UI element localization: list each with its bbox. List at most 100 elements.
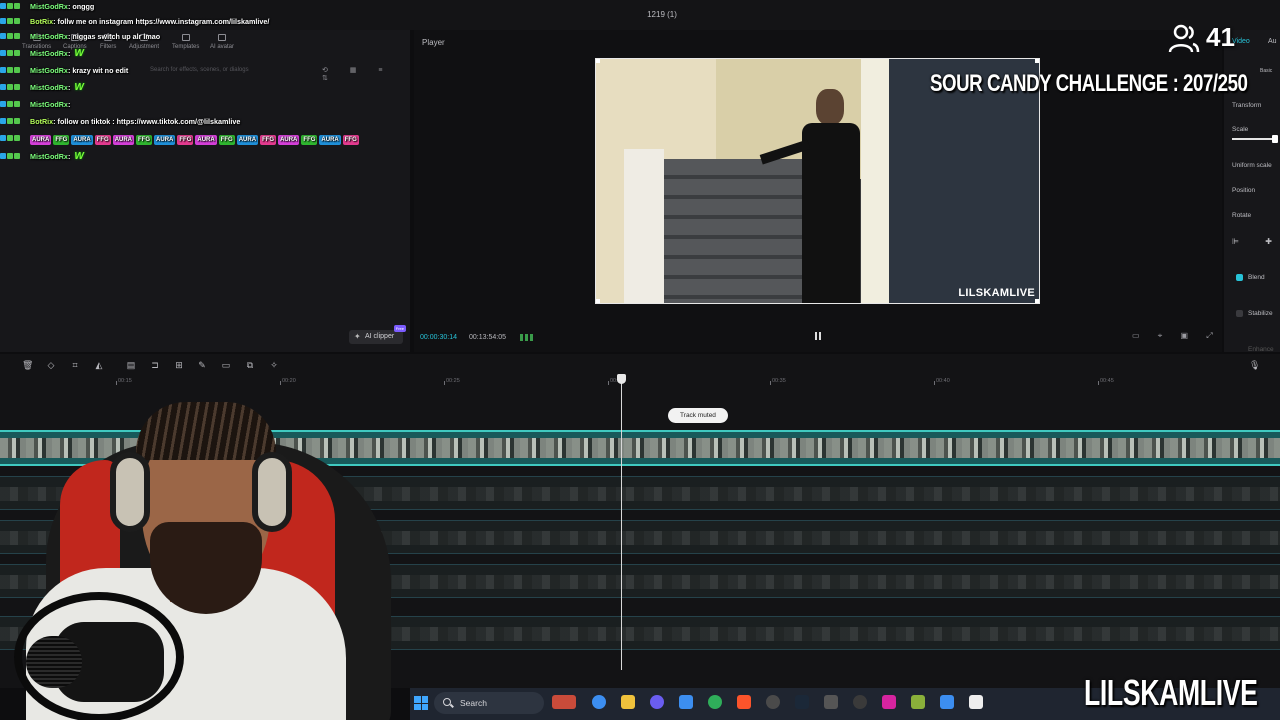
player-title: Player	[422, 38, 445, 47]
microphone-icon[interactable]: 🎙	[1249, 360, 1260, 370]
copilot-icon[interactable]	[592, 695, 606, 709]
brave-icon[interactable]	[737, 695, 751, 709]
ai-clipper-label: AI clipper	[365, 333, 395, 340]
chat-message: MistGodRx: W	[0, 82, 400, 96]
chat-emote: W	[74, 82, 84, 93]
freeze-icon[interactable]: ▤	[126, 360, 136, 370]
widgets-icon[interactable]	[552, 695, 576, 709]
caption-icon[interactable]: ▭	[221, 360, 231, 370]
chat-message: MistGodRx: W	[0, 48, 400, 62]
basic-tab[interactable]: Basic	[1260, 68, 1272, 74]
chat-emote: W	[74, 151, 84, 162]
ruler-tick: 00:45	[1098, 378, 1114, 385]
delete-icon[interactable]: 🗑	[22, 360, 33, 370]
chat-emote: AURA	[30, 135, 52, 145]
chat-text: :	[67, 83, 71, 92]
chat-emote: W	[74, 48, 84, 59]
store-icon[interactable]	[679, 695, 693, 709]
chat-emote: FFG	[177, 135, 194, 145]
chat-emote: FFG	[53, 135, 70, 145]
ai-clipper-button[interactable]: ✦ AI clipper Free	[349, 325, 406, 344]
magic-icon[interactable]: ✎	[197, 360, 207, 370]
reverse-icon[interactable]: ⊞	[174, 360, 184, 370]
chat-emote-spam: AURA FFG AURA FFG AURA FFG AURA FFG AURA FFG AURA F…	[30, 134, 361, 145]
blend-label: Blend	[1248, 274, 1265, 281]
chat-username: MistGodRx	[30, 83, 68, 92]
app-icon[interactable]	[824, 695, 838, 709]
scale-slider[interactable]	[1232, 135, 1278, 143]
ai-effect-icon[interactable]: ✧	[269, 360, 279, 370]
sparkle-icon: ✦	[354, 332, 361, 341]
chat-emote: FFG	[342, 135, 359, 145]
crop-handle[interactable]	[1035, 59, 1039, 63]
crop-icon[interactable]: ⌗	[70, 360, 80, 370]
crop-handle[interactable]	[596, 299, 600, 303]
taskbar-search[interactable]: Search	[434, 692, 544, 714]
chat-username: MistGodRx	[30, 32, 68, 41]
windows-start-icon[interactable]	[414, 696, 428, 710]
chat-text: :	[67, 152, 71, 161]
playhead[interactable]	[617, 374, 626, 670]
marker-icon[interactable]: ◇	[46, 360, 56, 370]
chat-message: MistGodRx: onggg	[0, 2, 400, 16]
4k-downloader-icon[interactable]	[853, 695, 867, 709]
free-badge: Free	[393, 325, 406, 332]
position-label: Position	[1232, 187, 1256, 194]
enhance-label: Enhance	[1248, 346, 1274, 353]
player-view-tools[interactable]: ▭ ⌖ ▣ ⤢	[1132, 331, 1221, 341]
ruler-tick: 00:25	[444, 378, 460, 385]
project-title: 1219 (1)	[647, 10, 677, 19]
chat-badges-icon	[0, 117, 30, 126]
timeline-toolbar: 🗑 ◇ ⌗ ◭ ▤ ⊐ ⊞ ✎ ▭ ⧉ ✧ 🎙	[0, 354, 1280, 376]
chat-username: MistGodRx	[30, 49, 68, 58]
crop-handle[interactable]	[1035, 299, 1039, 303]
discord-icon[interactable]	[650, 695, 664, 709]
steam-icon[interactable]	[795, 695, 809, 709]
instagram-icon[interactable]	[882, 695, 896, 709]
align-buttons[interactable]: ⊫ ✚	[1232, 237, 1280, 246]
ruler-tick: 00:35	[770, 378, 786, 385]
streamer-hair	[136, 402, 276, 460]
chat-text: : onggg	[67, 2, 95, 11]
tab-audio[interactable]: Au	[1268, 38, 1277, 45]
slider-handle[interactable]	[1272, 135, 1278, 143]
chat-badges-icon	[0, 152, 30, 161]
chat-emote: FFG	[218, 135, 235, 145]
chat-username: BotRix	[30, 17, 54, 26]
capcut-icon[interactable]	[969, 695, 983, 709]
chat-badges-icon	[0, 2, 30, 11]
stabilize-checkbox[interactable]	[1236, 310, 1243, 317]
blend-checkbox[interactable]	[1236, 274, 1243, 281]
chat-username: MistGodRx	[30, 152, 68, 161]
chat-text: :	[67, 49, 71, 58]
chat-emote: AURA	[154, 135, 176, 145]
timeline-ruler[interactable]: 00:1500:2000:2500:3000:3500:4000:45	[0, 378, 1280, 390]
chat-username: MistGodRx	[30, 2, 68, 11]
current-time: 00:00:30:14	[420, 334, 457, 341]
obs-icon[interactable]	[766, 695, 780, 709]
chat-emote: AURA	[195, 135, 217, 145]
app-icon[interactable]	[911, 695, 925, 709]
chat-message: MistGodRx: krazy wit no edit	[0, 66, 400, 80]
ruler-tick: 00:20	[280, 378, 296, 385]
chat-text: : follow on tiktok : https://www.tiktok.…	[53, 117, 241, 126]
chat-badges-icon	[0, 66, 30, 75]
notepad-icon[interactable]	[940, 695, 954, 709]
viewer-count-value: 41	[1206, 22, 1235, 52]
folder-icon[interactable]	[621, 695, 635, 709]
chat-emote: AURA	[319, 135, 341, 145]
crop-handle[interactable]	[596, 59, 600, 63]
export-clip-icon[interactable]: ⧉	[245, 360, 255, 370]
mirror-icon[interactable]: ◭	[94, 360, 104, 370]
chat-badges-icon	[0, 134, 30, 143]
playhead-handle[interactable]	[617, 374, 626, 384]
chat-message: MistGodRx: W	[0, 151, 400, 165]
pause-button[interactable]	[814, 332, 822, 341]
xbox-icon[interactable]	[708, 695, 722, 709]
mic-grille	[26, 636, 82, 688]
pause-icon	[819, 332, 821, 340]
chat-emote: AURA	[71, 135, 93, 145]
webcam-overlay	[0, 392, 410, 720]
chat-username: BotRix	[30, 117, 54, 126]
split-icon[interactable]: ⊐	[150, 360, 160, 370]
